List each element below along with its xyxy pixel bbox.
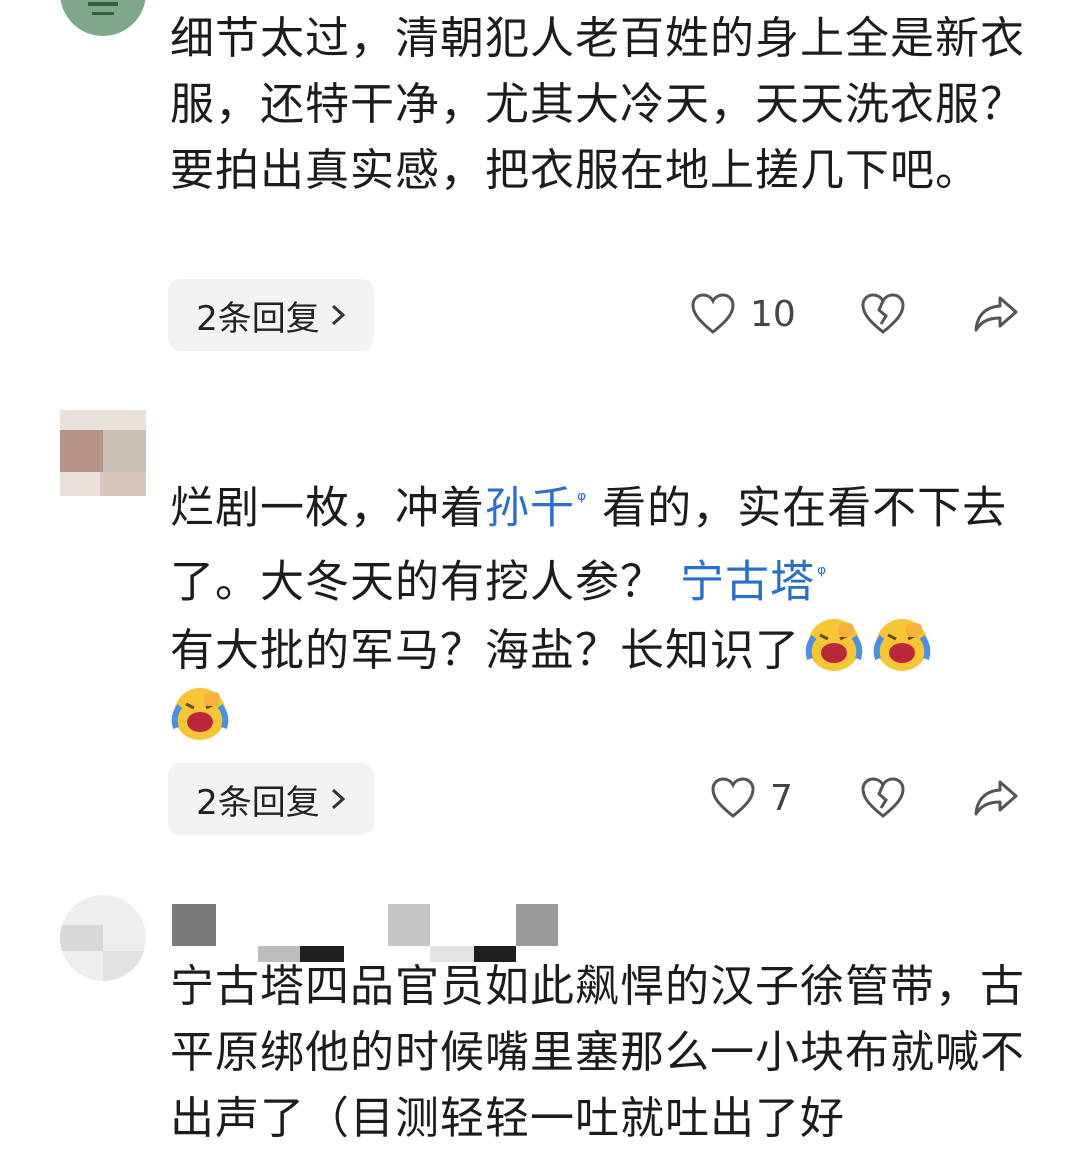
search-icon: ᵠ: [577, 488, 588, 513]
avatar[interactable]: [60, 895, 146, 981]
username-mosaic: [516, 904, 558, 946]
avatar-face-icon: [88, 2, 118, 15]
chevron-right-icon: [331, 788, 346, 810]
avatar-blur: [100, 472, 146, 496]
hashtag-link[interactable]: 宁古塔: [680, 556, 815, 607]
comment-text: 细节太过，清朝犯人老百姓的身上全是新衣服，还特干净，尤其大冷天，天天洗衣服？要拍…: [170, 13, 1025, 196]
chevron-right-icon: [331, 304, 346, 326]
reply-count-label: 2条回复: [196, 782, 320, 823]
share-button[interactable]: [972, 776, 1020, 820]
share-arrow-icon: [974, 296, 1018, 332]
username-mosaic: [172, 904, 216, 946]
laughing-crying-emoji-icon: [805, 619, 863, 672]
reply-count-label: 2条回复: [196, 298, 320, 339]
hashtag-link[interactable]: 孙千: [485, 483, 575, 534]
heart-outline-icon: [711, 777, 755, 818]
search-icon: ᵠ: [817, 561, 828, 587]
like-button[interactable]: 7: [710, 776, 793, 820]
avatar[interactable]: [60, 410, 146, 496]
comment-text: 烂剧一枚，冲着孙千ᵠ 看的，实在看不下去了。大冬天的有挖人参？ 宁古塔ᵠ 有大批…: [170, 468, 1030, 753]
dislike-button[interactable]: [860, 776, 906, 820]
laughing-crying-emoji-icon: [171, 688, 229, 741]
avatar-blur: [60, 925, 103, 951]
like-button[interactable]: 10: [690, 292, 796, 336]
dislike-button[interactable]: [860, 292, 906, 336]
share-arrow-icon: [974, 780, 1018, 816]
avatar-blur: [103, 430, 146, 472]
like-count: 10: [750, 293, 796, 335]
like-count: 7: [770, 777, 793, 819]
avatar[interactable]: [60, 0, 146, 36]
view-replies-button[interactable]: 2条回复: [168, 279, 374, 351]
avatar-blur: [60, 430, 103, 472]
comment-text: 宁古塔四品官员如此飙悍的汉子徐管带，古平原绑他的时候嘴里塞那么一小块布就喊不出声…: [170, 961, 1025, 1144]
heart-outline-icon: [691, 293, 735, 334]
avatar-blur: [103, 951, 146, 981]
username-mosaic: [388, 904, 430, 946]
laughing-crying-emoji-icon: [873, 619, 931, 672]
broken-heart-icon: [861, 777, 905, 818]
comment-text-part: 烂剧一枚，冲着: [170, 482, 485, 534]
view-replies-button[interactable]: 2条回复: [168, 763, 374, 835]
broken-heart-icon: [861, 293, 905, 334]
comment-text-part: 有大批的军马？海盐？长知识了: [170, 625, 800, 677]
share-button[interactable]: [972, 292, 1020, 336]
